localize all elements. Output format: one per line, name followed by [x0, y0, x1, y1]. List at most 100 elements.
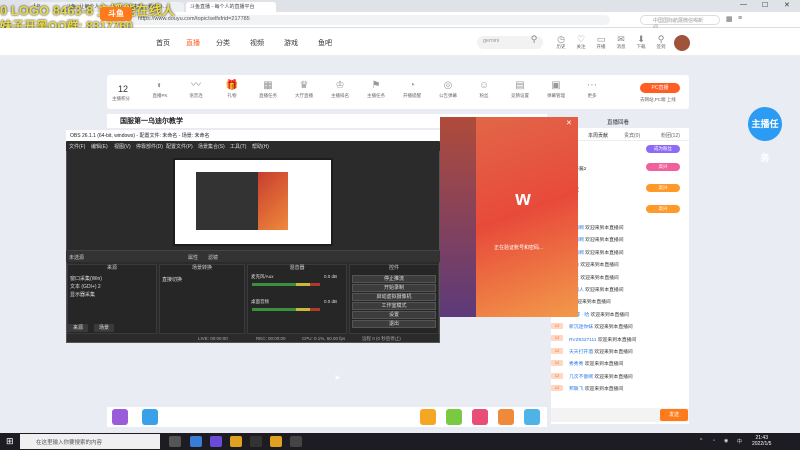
douyu-logo[interactable]: 斗鱼	[100, 7, 132, 21]
windows-start-icon[interactable]: ⊞	[6, 436, 14, 447]
chat-text: 欢迎来到本直播间	[572, 300, 611, 306]
source-item[interactable]: 窗口采集(Win)	[70, 275, 102, 282]
room-tool-item[interactable]: 〰语音连	[178, 79, 214, 99]
message-icon[interactable]: ✉ 消息	[611, 34, 631, 50]
obs-menu-view[interactable]: 视图(V)	[114, 143, 131, 150]
room-tool-item[interactable]: ▦ 直播任务	[250, 79, 286, 99]
obs-menu-edit[interactable]: 编辑(E)	[91, 143, 108, 150]
browser-search-input[interactable]: 中国国际航展微信喝新闻	[640, 15, 720, 31]
obs-menu-help[interactable]: 帮助(H)	[252, 143, 269, 150]
input-method[interactable]: 中	[737, 438, 742, 445]
tray-network-icon[interactable]: ◔	[712, 438, 715, 444]
source-item[interactable]: 文本 (GDI+) 2	[70, 283, 101, 290]
obs-icon[interactable]	[290, 436, 302, 447]
studio-mode-button[interactable]: 工作室模式	[352, 302, 436, 310]
room-tool-item[interactable]: ☺ 粉丝	[466, 79, 502, 99]
obs-menu-file[interactable]: 文件(F)	[69, 143, 85, 150]
room-tool-item[interactable]: ◐ 直播PK	[142, 79, 178, 99]
room-tool-item[interactable]: ⋯ 更多	[574, 79, 610, 99]
send-button[interactable]: 发送	[660, 409, 688, 421]
close-icon[interactable]: ✕	[566, 119, 572, 127]
source-item[interactable]: 显示器采集	[70, 291, 95, 298]
gift-icon[interactable]	[498, 409, 514, 425]
minimize-icon[interactable]: —	[740, 1, 747, 8]
browser-tab-active[interactable]: 斗鱼直播 - 每个人的直播平台	[186, 2, 276, 12]
room-tool-item[interactable]: ▤ 竞猜设置	[502, 79, 538, 99]
gift-icon[interactable]	[446, 409, 462, 425]
chrome-icon[interactable]	[230, 436, 242, 447]
virtual-camera-button[interactable]: 启动虚拟摄像机	[352, 293, 436, 301]
chat-username[interactable]: 邦联飞	[569, 387, 583, 392]
obs-menu-profile[interactable]: 配置文件(P)	[166, 143, 193, 150]
chat-username[interactable]: RVZ9327111	[569, 338, 596, 343]
room-tool-item[interactable]: ◎ 公告弹幕	[430, 79, 466, 99]
nav-video[interactable]: 视频	[250, 38, 264, 48]
tray-volume-icon[interactable]: ◉	[724, 438, 728, 444]
url-input[interactable]: https://www.douyu.com/topic/selfsfrid=21…	[130, 15, 610, 25]
tray-expand-icon[interactable]: ^	[700, 438, 702, 444]
room-tool-item[interactable]: ♔ 主播排名	[322, 79, 358, 99]
avatar[interactable]	[674, 35, 690, 51]
extensions-icon[interactable]: ▦	[726, 15, 733, 23]
anchor-task-button[interactable]: 主播任务	[748, 107, 782, 163]
chat-username[interactable]: 几次不傲啊	[569, 375, 593, 380]
history-icon[interactable]: ◷ 历史	[551, 34, 571, 50]
tab-fans[interactable]: 粉团(12)	[661, 132, 680, 139]
tab-weekly[interactable]: 本周贡献	[588, 132, 608, 139]
nav-home[interactable]: 首页	[156, 38, 170, 48]
chat-username[interactable]: 秀秀秀	[569, 362, 583, 367]
level-badge: 高兴	[646, 205, 680, 213]
chat-message: 天天打开酒 欢迎来到本直播间	[569, 348, 633, 355]
room-tool-item[interactable]: ▣ 弹幕管理	[538, 79, 574, 99]
replay-link[interactable]: 直播回看	[607, 118, 629, 126]
tab-vip[interactable]: 贵宾(0)	[624, 132, 640, 139]
obs-menu-scene-collection[interactable]: 场景集合(S)	[198, 143, 225, 150]
gift-icon[interactable]	[472, 409, 488, 425]
obs-menu-docks[interactable]: 停靠部件(D)	[136, 143, 163, 150]
app-icon[interactable]	[250, 436, 262, 447]
tab-scenes[interactable]: 场景	[94, 324, 115, 332]
douyu-live-logo: ᴡ	[515, 188, 531, 210]
filters-button[interactable]: 滤镜	[208, 254, 218, 261]
gift-icon[interactable]	[524, 409, 540, 425]
gift-icon[interactable]	[420, 409, 436, 425]
transition-select[interactable]: 直接切换	[162, 276, 182, 283]
room-tool-icon: 〰	[191, 80, 201, 91]
broadcast-icon[interactable]: ▭ 开播	[591, 34, 611, 50]
start-recording-button[interactable]: 开始录制	[352, 284, 436, 292]
settings-button[interactable]: 设置	[352, 311, 436, 319]
app-icon[interactable]	[210, 436, 222, 447]
follow-icon[interactable]: ♡ 关注	[571, 34, 591, 50]
chat-username[interactable]: 新沉迷你妹	[569, 325, 593, 330]
taskbar-clock[interactable]: 21:43 2022/1/5	[752, 435, 771, 447]
room-tool-item[interactable]: ♛ 大厅直播	[286, 79, 322, 99]
nav-category[interactable]: 分类	[216, 38, 230, 48]
task-view-icon[interactable]	[169, 436, 181, 447]
chrome-icon[interactable]	[270, 436, 282, 447]
nav-game[interactable]: 游戏	[284, 38, 298, 48]
tab-sources[interactable]: 来源	[68, 324, 89, 332]
exit-button[interactable]: 退出	[352, 320, 436, 328]
obs-menu-tools[interactable]: 工具(T)	[230, 143, 246, 150]
nav-fishbar[interactable]: 鱼吧	[318, 38, 332, 48]
search-icon[interactable]: ⚲	[524, 34, 544, 44]
stop-streaming-button[interactable]: 停止推流	[352, 275, 436, 283]
maximize-icon[interactable]: ☐	[762, 1, 768, 9]
download-icon[interactable]: ⬇ 下载	[631, 34, 651, 50]
gift-icon[interactable]	[142, 409, 158, 425]
nav-live[interactable]: 直播	[186, 38, 200, 48]
close-icon[interactable]: ✕	[784, 1, 790, 9]
clock-date: 2022/1/5	[752, 441, 772, 447]
become-fan-button[interactable]: 成为粉丝	[646, 145, 680, 153]
room-tool-item[interactable]: ⚑ 主播任务	[358, 79, 394, 99]
gift-icon[interactable]	[112, 409, 128, 425]
pc-live-button[interactable]: PC直播	[640, 83, 680, 93]
menu-icon[interactable]: ≡	[738, 15, 742, 22]
chat-username[interactable]: 天天打开酒	[569, 350, 593, 355]
app-icon[interactable]	[190, 436, 202, 447]
properties-button[interactable]: 属性	[188, 254, 198, 261]
room-tool-item[interactable]: ◔ 开播提醒	[394, 79, 430, 99]
room-tool-item[interactable]: 🎁 礼物	[214, 79, 250, 99]
checkin-icon[interactable]: ⚲ 签到	[651, 34, 671, 50]
taskbar-search-input[interactable]: 在这里输入你要搜索的内容	[20, 434, 160, 449]
